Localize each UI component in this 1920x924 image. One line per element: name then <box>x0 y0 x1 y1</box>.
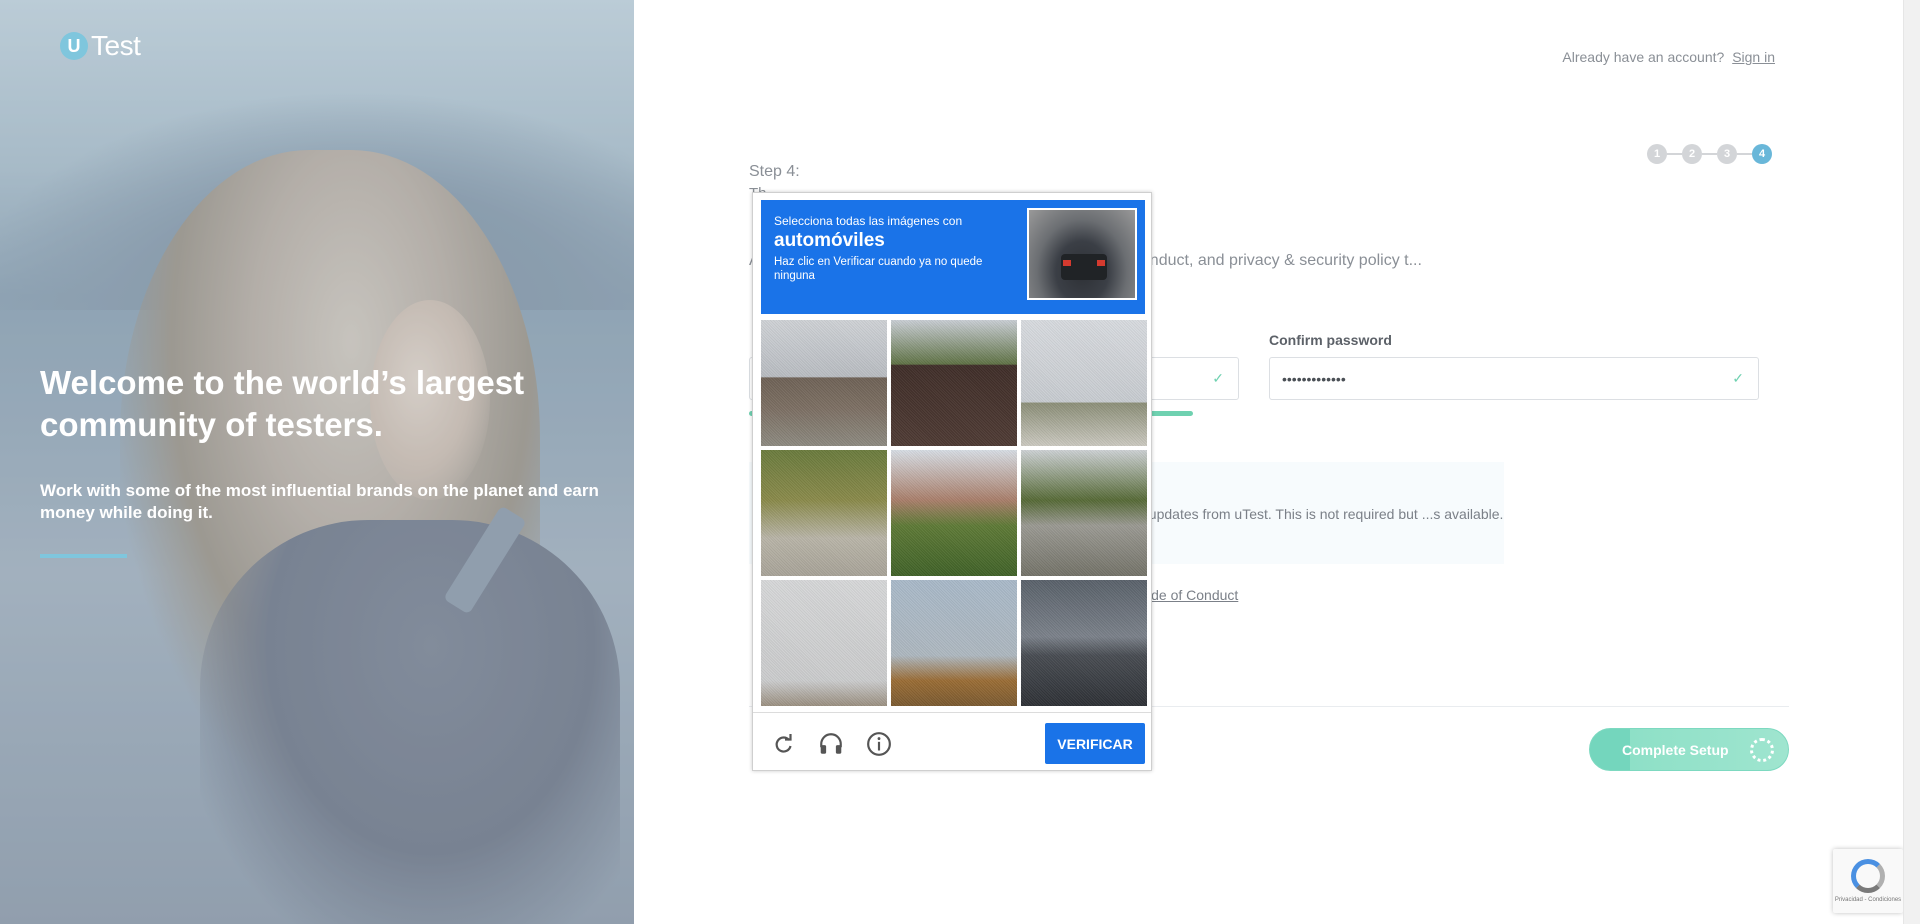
captcha-tile[interactable] <box>891 450 1017 576</box>
logo-mark: U <box>60 32 88 60</box>
check-icon: ✓ <box>1212 370 1224 386</box>
complete-setup-label: Complete Setup <box>1622 741 1729 758</box>
loading-spinner-icon <box>1750 738 1774 762</box>
complete-setup-button[interactable]: Complete Setup <box>1589 728 1789 771</box>
confirm-password-group: Confirm password ••••••••••••• ✓ <box>1269 332 1759 400</box>
recaptcha-logo-icon <box>1851 859 1885 893</box>
sample-car-shape <box>1061 254 1107 280</box>
step-indicator: 1 2 3 4 <box>1647 144 1772 164</box>
captcha-footer-divider <box>753 712 1151 713</box>
page-scrollbar[interactable] <box>1903 0 1920 924</box>
step-4[interactable]: 4 <box>1752 144 1772 164</box>
utest-logo[interactable]: U Test <box>60 30 141 62</box>
hero-accent-line <box>40 554 127 558</box>
recaptcha-badge-text: Privacidad - Condiciones <box>1834 897 1902 903</box>
step-connector <box>1667 153 1682 155</box>
captcha-tile[interactable] <box>891 580 1017 706</box>
step-connector <box>1737 153 1752 155</box>
captcha-tile[interactable] <box>761 320 887 446</box>
captcha-sample-image <box>1027 208 1137 300</box>
captcha-image-grid <box>761 320 1147 706</box>
captcha-tile[interactable] <box>1021 320 1147 446</box>
captcha-tile[interactable] <box>761 450 887 576</box>
already-text: Already have an account? <box>1562 49 1725 65</box>
confirm-password-value: ••••••••••••• <box>1282 370 1346 387</box>
signin-prompt: Already have an account? Sign in <box>1562 49 1775 65</box>
recaptcha-challenge: Selecciona todas las imágenes con automó… <box>752 192 1152 771</box>
captcha-hint: Haz clic en Verificar cuando ya no quede… <box>774 256 983 282</box>
hero-title: Welcome to the world’s largest community… <box>40 364 525 443</box>
confirm-password-label: Confirm password <box>1269 332 1392 348</box>
step-2[interactable]: 2 <box>1682 144 1702 164</box>
hero-panel: U Test Welcome to the world’s largest co… <box>0 0 634 924</box>
hero-overlay <box>0 0 634 924</box>
recaptcha-badge[interactable]: Privacidad - Condiciones <box>1833 849 1903 913</box>
info-icon[interactable] <box>865 730 892 757</box>
captcha-tile[interactable] <box>1021 580 1147 706</box>
newsletter-text: ...s and updates from uTest. This is not… <box>1099 506 1504 522</box>
captcha-tile[interactable] <box>761 580 887 706</box>
step-1[interactable]: 1 <box>1647 144 1667 164</box>
hero-subtitle: Work with some of the most influential b… <box>40 481 599 522</box>
step-label: Step 4: <box>749 163 800 180</box>
audio-icon[interactable] <box>817 730 844 757</box>
captcha-tools <box>769 730 892 757</box>
signin-link[interactable]: Sign in <box>1732 49 1775 65</box>
captcha-instructions: Selecciona todas las imágenes con automó… <box>761 200 1145 314</box>
confirm-password-input[interactable]: ••••••••••••• ✓ <box>1269 357 1759 400</box>
check-icon: ✓ <box>1732 370 1744 386</box>
reload-icon[interactable] <box>769 730 796 757</box>
captcha-tile[interactable] <box>891 320 1017 446</box>
step-connector <box>1702 153 1717 155</box>
step-3[interactable]: 3 <box>1717 144 1737 164</box>
captcha-tile[interactable] <box>1021 450 1147 576</box>
logo-text: Test <box>91 30 141 61</box>
verify-button[interactable]: VERIFICAR <box>1045 723 1145 764</box>
